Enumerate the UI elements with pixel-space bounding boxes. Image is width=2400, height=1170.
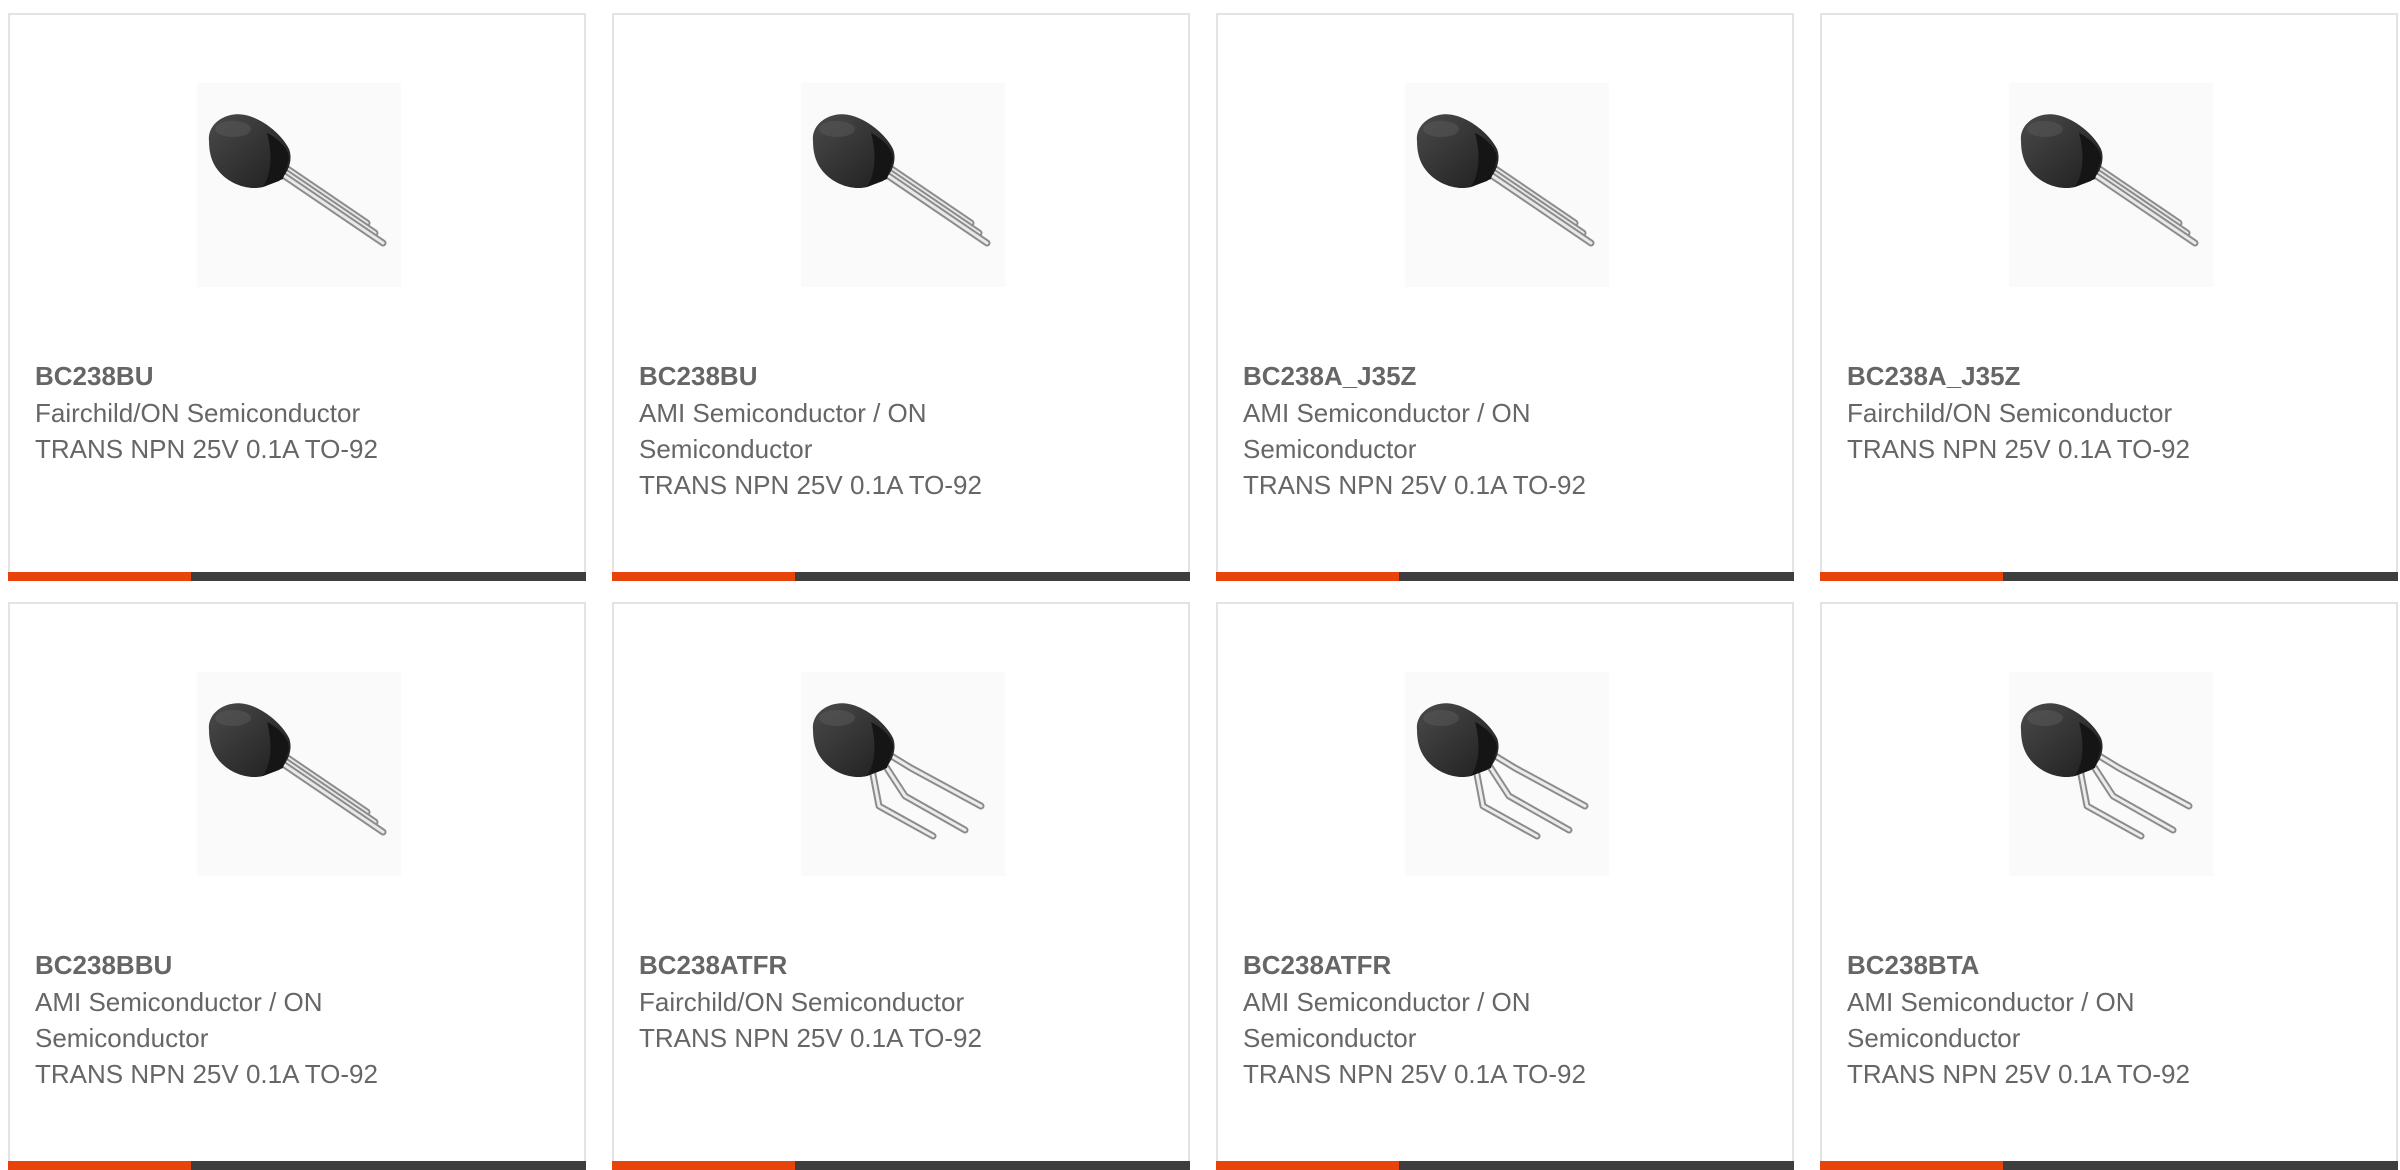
product-image[interactable] (197, 672, 401, 876)
product-card[interactable]: BC238BU AMI Semiconductor / ON Semicondu… (612, 13, 1190, 581)
card-accent-bar (8, 1161, 586, 1170)
transistor-icon (208, 703, 387, 836)
card-accent-bar (1820, 572, 2398, 581)
description: TRANS NPN 25V 0.1A TO-92 (1847, 1059, 2190, 1089)
accent-segment (1216, 572, 1399, 581)
product-card[interactable]: BC238BBU AMI Semiconductor / ON Semicond… (8, 602, 586, 1170)
manufacturer: AMI Semiconductor / ON Semiconductor (35, 987, 323, 1053)
accent-segment (8, 1161, 191, 1170)
transistor-icon (1416, 703, 1589, 840)
product-card[interactable]: BC238ATFR Fairchild/ON Semiconductor TRA… (612, 602, 1190, 1170)
description: TRANS NPN 25V 0.1A TO-92 (1847, 434, 2190, 464)
part-number[interactable]: BC238BBU (35, 947, 172, 983)
product-image[interactable] (801, 672, 1005, 876)
accent-segment (612, 572, 795, 581)
product-card[interactable]: BC238BTA AMI Semiconductor / ON Semicond… (1820, 602, 2398, 1170)
product-image[interactable] (1405, 83, 1609, 287)
product-card[interactable]: BC238ATFR AMI Semiconductor / ON Semicon… (1216, 602, 1794, 1170)
manufacturer: AMI Semiconductor / ON Semiconductor (1243, 398, 1531, 464)
part-number[interactable]: BC238BU (35, 358, 154, 394)
manufacturer: Fairchild/ON Semiconductor (639, 987, 965, 1017)
part-number[interactable]: BC238A_J35Z (1243, 358, 1416, 394)
accent-segment (1216, 1161, 1399, 1170)
manufacturer: AMI Semiconductor / ON Semiconductor (1847, 987, 2135, 1053)
transistor-icon (1416, 114, 1595, 247)
description: TRANS NPN 25V 0.1A TO-92 (639, 1023, 982, 1053)
product-card[interactable]: BC238A_J35Z AMI Semiconductor / ON Semic… (1216, 13, 1794, 581)
transistor-icon (812, 703, 985, 840)
accent-segment (1820, 1161, 2003, 1170)
transistor-icon (812, 114, 991, 247)
card-accent-bar (612, 1161, 1190, 1170)
card-accent-bar (612, 572, 1190, 581)
description: TRANS NPN 25V 0.1A TO-92 (35, 1059, 378, 1089)
manufacturer: AMI Semiconductor / ON Semiconductor (1243, 987, 1531, 1053)
product-image[interactable] (2009, 83, 2213, 287)
part-number[interactable]: BC238ATFR (1243, 947, 1391, 983)
transistor-icon (208, 114, 387, 247)
product-image[interactable] (2009, 672, 2213, 876)
transistor-icon (2020, 114, 2199, 247)
accent-segment (1820, 572, 2003, 581)
product-image[interactable] (801, 83, 1005, 287)
accent-segment (8, 572, 191, 581)
part-number[interactable]: BC238BU (639, 358, 758, 394)
manufacturer: AMI Semiconductor / ON Semiconductor (639, 398, 927, 464)
transistor-icon (2020, 703, 2193, 840)
description: TRANS NPN 25V 0.1A TO-92 (1243, 1059, 1586, 1089)
accent-segment (612, 1161, 795, 1170)
part-number[interactable]: BC238A_J35Z (1847, 358, 2020, 394)
product-grid: BC238BU Fairchild/ON Semiconductor TRANS… (0, 0, 2400, 1170)
description: TRANS NPN 25V 0.1A TO-92 (35, 434, 378, 464)
part-number[interactable]: BC238ATFR (639, 947, 787, 983)
part-number[interactable]: BC238BTA (1847, 947, 1979, 983)
description: TRANS NPN 25V 0.1A TO-92 (639, 470, 982, 500)
manufacturer: Fairchild/ON Semiconductor (35, 398, 361, 428)
card-accent-bar (1216, 572, 1794, 581)
product-image[interactable] (1405, 672, 1609, 876)
description: TRANS NPN 25V 0.1A TO-92 (1243, 470, 1586, 500)
card-accent-bar (1216, 1161, 1794, 1170)
card-accent-bar (8, 572, 586, 581)
product-card[interactable]: BC238A_J35Z Fairchild/ON Semiconductor T… (1820, 13, 2398, 581)
product-card[interactable]: BC238BU Fairchild/ON Semiconductor TRANS… (8, 13, 586, 581)
manufacturer: Fairchild/ON Semiconductor (1847, 398, 2173, 428)
product-image[interactable] (197, 83, 401, 287)
card-accent-bar (1820, 1161, 2398, 1170)
